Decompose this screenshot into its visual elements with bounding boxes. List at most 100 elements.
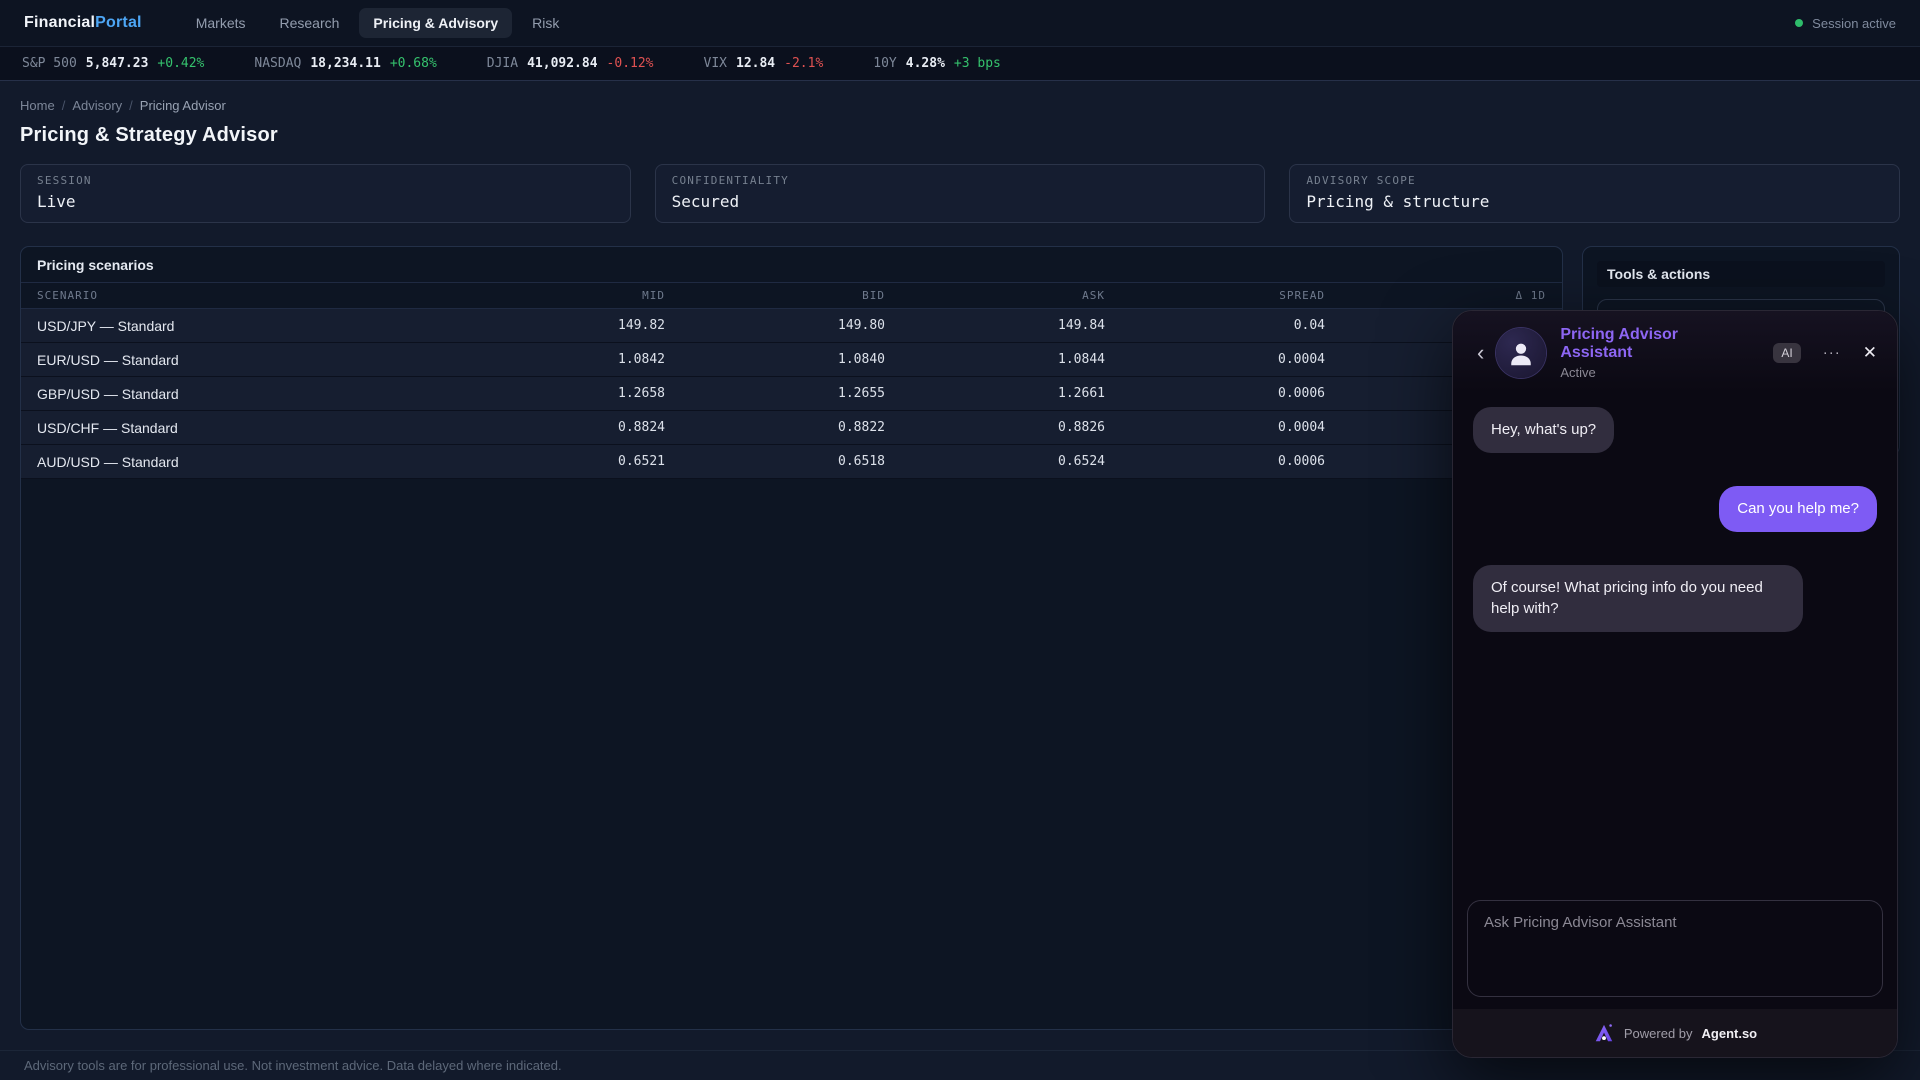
agent-so-brand[interactable]: Agent.so bbox=[1702, 1026, 1758, 1041]
table-row[interactable]: EUR/USD — Standard 1.0842 1.0840 1.0844 … bbox=[21, 343, 1562, 377]
ticker-change: +3 bps bbox=[954, 56, 1001, 71]
brand-logo[interactable]: FinancialPortal bbox=[24, 14, 142, 32]
column-header-delta-1d: Δ 1D bbox=[1325, 289, 1546, 302]
session-card: SESSION Live bbox=[20, 164, 631, 223]
chat-header: ‹ Pricing Advisor Assistant Active AI ··… bbox=[1453, 311, 1897, 391]
market-ticker: S&P 500 5,847.23 +0.42% NASDAQ 18,234.11… bbox=[0, 47, 1920, 81]
ticker-item-djia: DJIA 41,092.84 -0.12% bbox=[487, 56, 654, 71]
ticker-value: 41,092.84 bbox=[527, 56, 597, 71]
table-row[interactable]: GBP/USD — Standard 1.2658 1.2655 1.2661 … bbox=[21, 377, 1562, 411]
ai-badge: AI bbox=[1773, 343, 1800, 363]
session-card-label: SESSION bbox=[37, 174, 614, 187]
breadcrumb: Home / Advisory / Pricing Advisor bbox=[20, 98, 1900, 113]
chat-title-block: Pricing Advisor Assistant Active bbox=[1560, 326, 1773, 380]
ticker-change: -0.12% bbox=[607, 56, 654, 71]
table-cell-mid: 149.82 bbox=[445, 318, 665, 333]
table-header-row: SCENARIO MID BID ASK SPREAD Δ 1D bbox=[21, 283, 1562, 309]
confidentiality-card-value: Secured bbox=[672, 192, 1249, 211]
column-header-mid: MID bbox=[445, 289, 665, 302]
assistant-message: Hey, what's up? bbox=[1473, 407, 1614, 453]
table-cell-bid: 149.80 bbox=[665, 318, 885, 333]
nav-tabs: Markets Research Pricing & Advisory Risk bbox=[182, 8, 1795, 38]
table-cell-mid: 1.2658 bbox=[445, 386, 665, 401]
table-cell-spread: 0.0006 bbox=[1105, 386, 1325, 401]
assistant-avatar bbox=[1496, 328, 1546, 378]
column-header-bid: BID bbox=[665, 289, 885, 302]
table-cell-spread: 0.0004 bbox=[1105, 420, 1325, 435]
session-active-dot bbox=[1795, 19, 1803, 27]
table-cell-scenario: GBP/USD — Standard bbox=[37, 386, 445, 402]
brand-accent: Portal bbox=[95, 14, 142, 31]
ticker-value: 5,847.23 bbox=[86, 56, 149, 71]
close-icon[interactable]: ✕ bbox=[1863, 343, 1877, 363]
ticker-change: +0.42% bbox=[157, 56, 204, 71]
chat-input[interactable] bbox=[1467, 900, 1883, 997]
ticker-label: NASDAQ bbox=[254, 56, 301, 71]
page-title: Pricing & Strategy Advisor bbox=[20, 124, 1900, 147]
breadcrumb-advisory[interactable]: Advisory bbox=[72, 98, 122, 113]
session-card-value: Live bbox=[37, 192, 614, 211]
table-row[interactable]: AUD/USD — Standard 0.6521 0.6518 0.6524 … bbox=[21, 445, 1562, 479]
table-cell-scenario: EUR/USD — Standard bbox=[37, 352, 445, 368]
table-cell-bid: 1.0840 bbox=[665, 352, 885, 367]
brand-primary: Financial bbox=[24, 14, 95, 31]
nav-tab-research[interactable]: Research bbox=[266, 8, 354, 38]
breadcrumb-home[interactable]: Home bbox=[20, 98, 55, 113]
chat-title: Pricing Advisor Assistant bbox=[1560, 326, 1720, 362]
table-cell-ask: 1.0844 bbox=[885, 352, 1105, 367]
ticker-label: 10Y bbox=[873, 56, 896, 71]
disclaimer-text: Advisory tools are for professional use.… bbox=[24, 1058, 562, 1073]
table-cell-bid: 0.6518 bbox=[665, 454, 885, 469]
ticker-item-vix: VIX 12.84 -2.1% bbox=[704, 56, 824, 71]
session-status-label: Session active bbox=[1812, 16, 1896, 31]
column-header-spread: SPREAD bbox=[1105, 289, 1325, 302]
tools-actions-title: Tools & actions bbox=[1597, 261, 1885, 287]
confidentiality-card-label: CONFIDENTIALITY bbox=[672, 174, 1249, 187]
chat-footer: Powered by Agent.so bbox=[1453, 1009, 1897, 1057]
back-chevron-icon[interactable]: ‹ bbox=[1469, 338, 1492, 368]
nav-tab-pricing-advisory[interactable]: Pricing & Advisory bbox=[359, 8, 512, 38]
table-cell-spread: 0.0004 bbox=[1105, 352, 1325, 367]
person-icon bbox=[1506, 338, 1536, 368]
table-cell-bid: 1.2655 bbox=[665, 386, 885, 401]
menu-dots-icon[interactable]: ··· bbox=[1823, 344, 1841, 361]
user-message: Can you help me? bbox=[1719, 486, 1877, 532]
chat-messages[interactable]: Hey, what's up? Can you help me? Of cour… bbox=[1453, 391, 1897, 900]
nav-tab-risk[interactable]: Risk bbox=[518, 8, 573, 38]
agent-so-logo-icon bbox=[1593, 1022, 1615, 1044]
breadcrumb-current: Pricing Advisor bbox=[140, 98, 226, 113]
table-cell-bid: 0.8822 bbox=[665, 420, 885, 435]
pricing-scenarios-title: Pricing scenarios bbox=[21, 247, 1562, 283]
ticker-item-sp500: S&P 500 5,847.23 +0.42% bbox=[22, 56, 204, 71]
breadcrumb-separator: / bbox=[129, 98, 133, 113]
advisory-scope-card-value: Pricing & structure bbox=[1306, 192, 1883, 211]
ticker-change: +0.68% bbox=[390, 56, 437, 71]
advisory-scope-card: ADVISORY SCOPE Pricing & structure bbox=[1289, 164, 1900, 223]
nav-tab-markets[interactable]: Markets bbox=[182, 8, 260, 38]
session-status: Session active bbox=[1795, 16, 1896, 31]
table-cell-spread: 0.04 bbox=[1105, 318, 1325, 333]
top-nav: FinancialPortal Markets Research Pricing… bbox=[0, 0, 1920, 47]
table-cell-mid: 0.8824 bbox=[445, 420, 665, 435]
table-cell-scenario: USD/JPY — Standard bbox=[37, 318, 445, 334]
breadcrumb-separator: / bbox=[62, 98, 66, 113]
ticker-item-10y: 10Y 4.28% +3 bps bbox=[873, 56, 1001, 71]
chat-widget: ‹ Pricing Advisor Assistant Active AI ··… bbox=[1452, 310, 1898, 1058]
column-header-scenario: SCENARIO bbox=[37, 289, 445, 302]
ticker-value: 4.28% bbox=[906, 56, 945, 71]
chat-status: Active bbox=[1560, 365, 1773, 380]
ticker-label: S&P 500 bbox=[22, 56, 77, 71]
table-cell-ask: 149.84 bbox=[885, 318, 1105, 333]
confidentiality-card: CONFIDENTIALITY Secured bbox=[655, 164, 1266, 223]
table-row[interactable]: USD/JPY — Standard 149.82 149.80 149.84 … bbox=[21, 309, 1562, 343]
table-cell-mid: 1.0842 bbox=[445, 352, 665, 367]
info-cards-row: SESSION Live CONFIDENTIALITY Secured ADV… bbox=[20, 164, 1900, 223]
pricing-scenarios-card: Pricing scenarios SCENARIO MID BID ASK S… bbox=[20, 246, 1563, 1030]
table-row[interactable]: USD/CHF — Standard 0.8824 0.8822 0.8826 … bbox=[21, 411, 1562, 445]
ticker-value: 18,234.11 bbox=[310, 56, 380, 71]
table-cell-spread: 0.0006 bbox=[1105, 454, 1325, 469]
ticker-value: 12.84 bbox=[736, 56, 775, 71]
table-cell-scenario: USD/CHF — Standard bbox=[37, 420, 445, 436]
table-cell-scenario: AUD/USD — Standard bbox=[37, 454, 445, 470]
ticker-label: DJIA bbox=[487, 56, 518, 71]
